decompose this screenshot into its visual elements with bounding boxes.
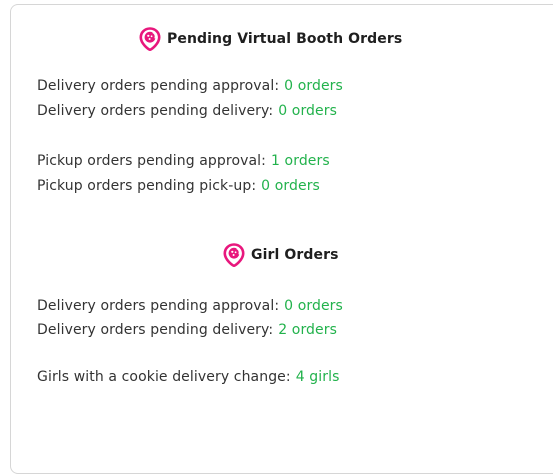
row-label: Pickup orders pending approval:	[37, 153, 266, 169]
girl-delivery-approval-count-link[interactable]: 0 orders	[284, 298, 343, 314]
row-label: Delivery orders pending approval:	[37, 78, 280, 94]
girl-section-header: Girl Orders	[223, 243, 339, 268]
girl-delivery-delivery-count-link[interactable]: 2 orders	[278, 322, 337, 338]
booth-section-title: Pending Virtual Booth Orders	[167, 31, 403, 47]
booth-pickup-approval-count-link[interactable]: 1 orders	[271, 153, 330, 169]
orders-summary-card	[10, 4, 553, 474]
row-label: Delivery orders pending approval:	[37, 298, 280, 314]
booth-pickup-pending-approval-row: Pickup orders pending approval: 1 orders	[37, 153, 330, 169]
booth-section-header: Pending Virtual Booth Orders	[139, 27, 403, 52]
booth-pickup-pickup-count-link[interactable]: 0 orders	[261, 178, 320, 194]
booth-delivery-approval-count-link[interactable]: 0 orders	[284, 78, 343, 94]
girl-delivery-pending-approval-row: Delivery orders pending approval: 0 order…	[37, 298, 343, 314]
map-pin-cookie-icon	[139, 27, 161, 52]
booth-delivery-pending-delivery-row: Delivery orders pending delivery: 0 order…	[37, 103, 337, 119]
row-label: Pickup orders pending pick-up:	[37, 178, 257, 194]
row-label: Delivery orders pending delivery:	[37, 103, 274, 119]
row-label: Girls with a cookie delivery change:	[37, 369, 291, 385]
girl-section-title: Girl Orders	[251, 247, 339, 263]
booth-delivery-delivery-count-link[interactable]: 0 orders	[278, 103, 337, 119]
row-label: Delivery orders pending delivery:	[37, 322, 274, 338]
girl-delivery-pending-delivery-row: Delivery orders pending delivery: 2 order…	[37, 322, 337, 338]
booth-pickup-pending-pickup-row: Pickup orders pending pick-up: 0 orders	[37, 178, 320, 194]
booth-delivery-pending-approval-row: Delivery orders pending approval: 0 order…	[37, 78, 343, 94]
girl-delivery-change-count-link[interactable]: 4 girls	[296, 369, 340, 385]
girl-cookie-delivery-change-row: Girls with a cookie delivery change: 4 gi…	[37, 369, 340, 385]
map-pin-cookie-icon	[223, 243, 245, 268]
